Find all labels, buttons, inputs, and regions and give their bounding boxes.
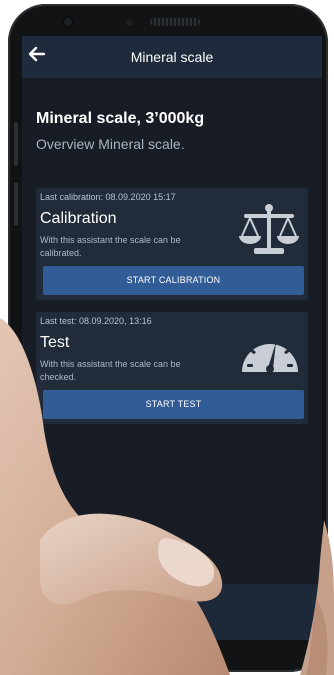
front-camera-icon [62,16,74,28]
volume-button [14,122,18,166]
card-description: With this assistant the scale can be cal… [40,235,181,258]
lg-logo-icon [146,643,164,661]
app-screen: Mineral scale Mineral scale, 3’000kg Ove… [22,36,322,640]
proximity-sensor-icon [126,19,133,26]
card-title: Test [40,334,70,351]
card-title: Calibration [40,210,117,227]
card-description: With this assistant the scale can be che… [40,359,181,382]
app-bar-title: Mineral scale [130,49,214,65]
page-title: Mineral scale, 3’000kg [36,110,205,127]
gauge-icon [238,326,302,383]
page-subtitle: Overview Mineral scale. [36,136,185,152]
start-calibration-button[interactable]: START CALIBRATION [43,266,304,295]
earpiece-speaker-icon [150,18,200,26]
bottom-bar [22,584,322,640]
volume-button [14,182,18,226]
phone-top-bezel [8,4,328,38]
test-card: Last test: 08.09.2020, 13:16 Test With t… [36,312,308,424]
calibration-card: Last calibration: 08.09.2020 15:17 Calib… [36,188,308,300]
balance-scale-icon [236,202,302,263]
device-brand: LG [168,644,190,660]
start-test-button[interactable]: START TEST [43,390,304,419]
app-bar: Mineral scale [22,36,322,78]
last-calibration-text: Last calibration: 08.09.2020 15:17 [40,192,176,202]
last-test-text: Last test: 08.09.2020, 13:16 [40,316,152,326]
